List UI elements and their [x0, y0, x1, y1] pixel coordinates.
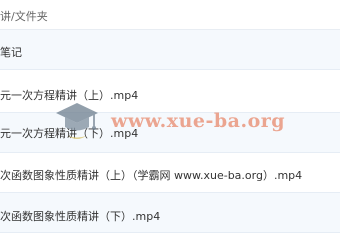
- file-row[interactable]: 笔记: [0, 30, 340, 70]
- file-name[interactable]: 次函数图象性质精讲（上）（学霸网 www.xue-ba.org）.mp4: [0, 167, 302, 183]
- file-name[interactable]: 次函数图象性质精讲（下）.mp4: [0, 208, 160, 224]
- file-list: 讲/文件夹 笔记 元一次方程精讲（上）.mp4 元一次方程精讲（下）.mp4 次…: [0, 0, 340, 252]
- file-name[interactable]: 元一次方程精讲（上）.mp4: [0, 87, 138, 103]
- file-name[interactable]: 元一次方程精讲（下）.mp4: [0, 125, 138, 141]
- file-row[interactable]: 元一次方程精讲（下）.mp4: [0, 113, 340, 153]
- file-row[interactable]: 元一次方程精讲（上）.mp4: [0, 70, 340, 113]
- folder-path-header: 讲/文件夹: [0, 0, 340, 30]
- file-row[interactable]: 次函数图象性质精讲（下）.mp4: [0, 193, 340, 233]
- file-name[interactable]: 笔记: [0, 44, 22, 60]
- file-row[interactable]: 次函数图象性质精讲（上）（学霸网 www.xue-ba.org）.mp4: [0, 153, 340, 193]
- folder-path[interactable]: 讲/文件夹: [0, 8, 48, 24]
